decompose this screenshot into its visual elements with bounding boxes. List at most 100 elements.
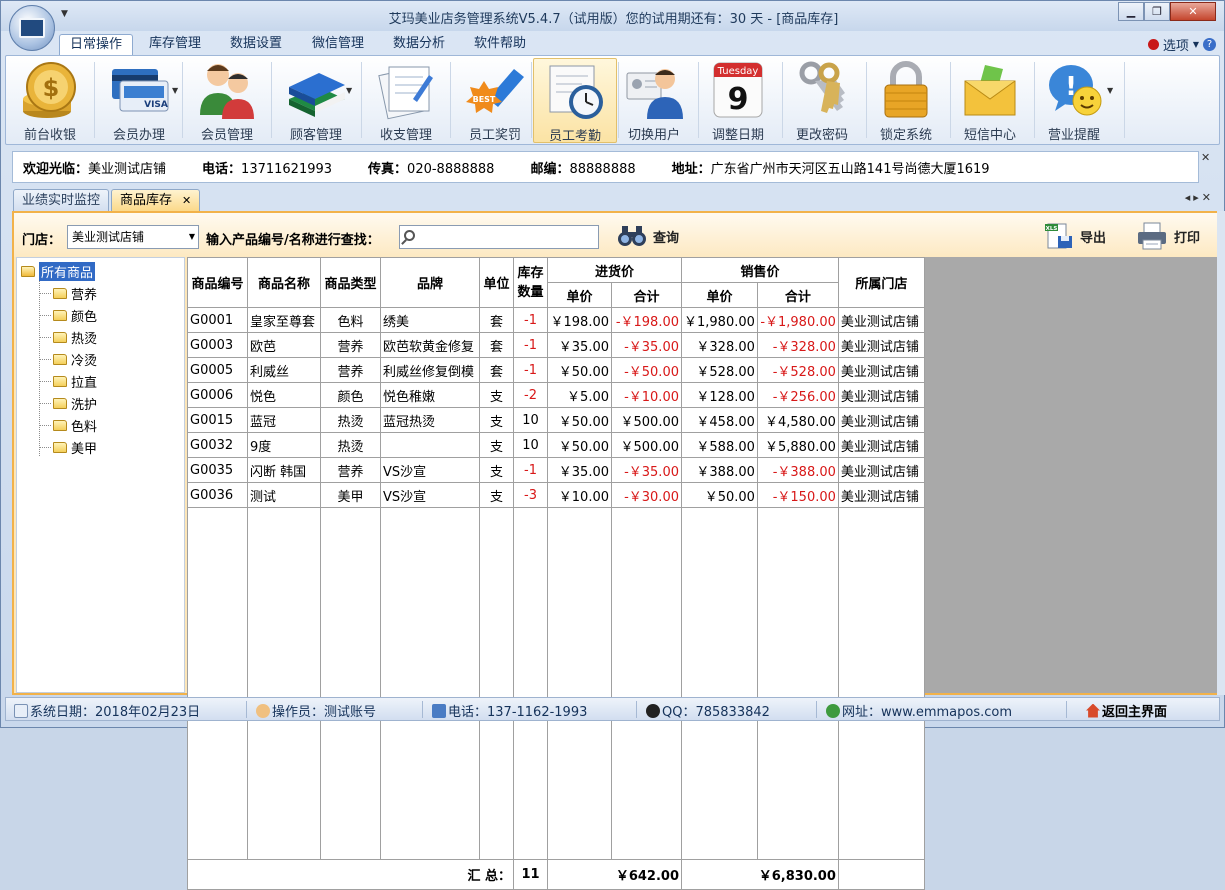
inventory-table: 商品编号 商品名称 商品类型 品牌 单位 库存数量 进货价 销售价 所属门店 单… bbox=[187, 257, 925, 890]
maximize-button[interactable]: ❐ bbox=[1144, 2, 1170, 21]
chevron-down-icon[interactable]: ▼ bbox=[1107, 86, 1113, 95]
inventory-panel: 门店： 美业测试店铺 ▼ 输入产品编号/名称进行查找： 查询 XLS 导出 打印… bbox=[12, 211, 1219, 890]
table-row[interactable]: G0005 利威丝 营养 利威丝修复倒模套 -1 ￥50.00 -￥50.00 ￥528.00… bbox=[187, 357, 925, 383]
col-header-code[interactable]: 商品编号 bbox=[187, 257, 248, 308]
ribbon-button-customer-manage[interactable]: 顾客管理 bbox=[274, 58, 358, 143]
col-header-sale[interactable]: 销售价 bbox=[681, 257, 839, 283]
cell-p-total: -￥35.00 bbox=[611, 457, 682, 483]
return-home-button[interactable]: 返回主界面 bbox=[1086, 701, 1167, 720]
options-menu[interactable]: 选项 ▼ ? bbox=[1147, 35, 1216, 54]
chevron-down-icon[interactable]: ▼ bbox=[172, 86, 178, 95]
tree-node-category[interactable]: 色料 bbox=[53, 415, 97, 435]
ribbon-tab-settings[interactable]: 数据设置 bbox=[220, 34, 292, 55]
table-row[interactable]: G0032 9度 热烫 支 10 ￥50.00 ￥500.00 ￥588.00 ￥5,880.0… bbox=[187, 432, 925, 458]
tree-node-category[interactable]: 拉直 bbox=[53, 371, 97, 391]
col-header-purchase[interactable]: 进货价 bbox=[547, 257, 682, 283]
cell-s-total: -￥1,980.00 bbox=[756, 307, 839, 333]
print-button[interactable]: 打印 bbox=[1136, 221, 1200, 251]
col-header-purchase-unit[interactable]: 单价 bbox=[547, 282, 612, 308]
col-header-unit[interactable]: 单位 bbox=[479, 257, 514, 308]
cell-stock: -1 bbox=[513, 457, 548, 483]
col-header-stock[interactable]: 库存数量 bbox=[513, 257, 548, 308]
col-header-type[interactable]: 商品类型 bbox=[320, 257, 381, 308]
table-row[interactable]: G0015 蓝冠 热烫 蓝冠热烫支 10 ￥50.00 ￥500.00 ￥458.00 ￥4,5… bbox=[187, 407, 925, 433]
cell-store: 美业测试店铺 bbox=[837, 357, 925, 383]
tree-node-label: 色料 bbox=[71, 419, 98, 435]
ribbon-separator bbox=[531, 62, 532, 138]
cell-unit: 支 bbox=[479, 382, 514, 408]
ribbon-button-change-password[interactable]: 更改密码 bbox=[780, 58, 864, 143]
tree-node-category[interactable]: 营养 bbox=[53, 283, 97, 303]
ribbon-tab-analysis[interactable]: 数据分析 bbox=[383, 34, 455, 55]
cell-unit: 支 bbox=[479, 457, 514, 483]
tab-nav-controls[interactable]: ◂▸✕ bbox=[1185, 191, 1214, 204]
tree-node-root[interactable]: 所有商品 bbox=[21, 261, 96, 281]
envelope-icon bbox=[957, 59, 1023, 121]
ribbon-button-switch-user[interactable]: 切换用户 bbox=[612, 58, 696, 143]
ribbon-button-adjust-date[interactable]: Tuesday 9 调整日期 bbox=[696, 58, 780, 143]
tree-node-category[interactable]: 美甲 bbox=[53, 437, 97, 457]
col-header-sale-unit[interactable]: 单价 bbox=[681, 282, 758, 308]
tab-performance-monitor[interactable]: 业绩实时监控 bbox=[13, 189, 110, 211]
zip-value: 88888888 bbox=[569, 161, 636, 177]
cell-unit: 套 bbox=[479, 307, 514, 333]
col-header-brand[interactable]: 品牌 bbox=[380, 257, 480, 308]
close-button[interactable]: ✕ bbox=[1170, 2, 1216, 21]
store-select-value: 美业测试店铺 bbox=[72, 230, 145, 244]
phone-icon bbox=[432, 703, 446, 718]
help-icon[interactable]: ? bbox=[1203, 38, 1216, 51]
cell-brand bbox=[380, 432, 480, 458]
chevron-down-icon[interactable]: ▼ bbox=[346, 86, 352, 95]
search-label: 输入产品编号/名称进行查找： bbox=[206, 233, 380, 248]
phone-label: 电话： bbox=[202, 161, 242, 177]
folder-icon bbox=[53, 419, 67, 431]
col-header-sale-total[interactable]: 合计 bbox=[756, 282, 839, 308]
status-website[interactable]: 网址：www.emmapos.com bbox=[826, 701, 1012, 720]
calendar-day: 9 bbox=[728, 82, 749, 117]
col-header-purchase-total[interactable]: 合计 bbox=[611, 282, 682, 308]
monitor-icon bbox=[19, 18, 45, 38]
ribbon-tab-daily[interactable]: 日常操作 bbox=[59, 34, 134, 55]
ribbon-button-member-manage[interactable]: 会员管理 bbox=[185, 58, 269, 143]
query-button[interactable]: 查询 bbox=[617, 221, 679, 251]
app-menu-button[interactable] bbox=[9, 5, 55, 51]
search-input[interactable] bbox=[399, 225, 599, 249]
tree-node-category[interactable]: 颜色 bbox=[53, 305, 97, 325]
cell-p-price: ￥5.00 bbox=[547, 382, 612, 408]
quick-access-dropdown-icon[interactable]: ▼ bbox=[61, 9, 68, 19]
ribbon-tab-help[interactable]: 软件帮助 bbox=[464, 34, 536, 55]
col-header-name[interactable]: 商品名称 bbox=[247, 257, 321, 308]
ribbon-button-lock-system[interactable]: 锁定系统 bbox=[864, 58, 948, 143]
tree-node-category[interactable]: 热烫 bbox=[53, 327, 97, 347]
export-button[interactable]: XLS 导出 bbox=[1044, 221, 1106, 251]
tree-node-category[interactable]: 洗护 bbox=[53, 393, 97, 413]
vertical-scrollbar[interactable] bbox=[1217, 211, 1225, 695]
cell-code: G0001 bbox=[187, 307, 248, 333]
tab-product-inventory[interactable]: 商品库存 ✕ bbox=[111, 189, 201, 211]
ribbon-separator bbox=[271, 62, 272, 138]
store-select[interactable]: 美业测试店铺 ▼ bbox=[67, 225, 199, 249]
close-icon[interactable]: ✕ bbox=[1201, 151, 1210, 164]
options-icon bbox=[1147, 39, 1159, 50]
ribbon-tab-wechat[interactable]: 微信管理 bbox=[302, 34, 374, 55]
ribbon-button-checkout[interactable]: $ 前台收银 bbox=[8, 58, 92, 143]
close-icon[interactable]: ✕ bbox=[182, 194, 191, 207]
inventory-toolbar: 门店： 美业测试店铺 ▼ 输入产品编号/名称进行查找： 查询 XLS 导出 打印 bbox=[14, 213, 1217, 257]
ribbon-button-staff-reward[interactable]: BEST 员工奖罚 bbox=[453, 58, 537, 143]
cell-brand: 悦色稚嫩 bbox=[380, 382, 480, 408]
folder-icon bbox=[53, 397, 67, 409]
table-row[interactable]: G0035 闪断 韩国 营养 VS沙宣支 -1 ￥35.00 -￥35.00 ￥388.00-… bbox=[187, 457, 925, 483]
ribbon-tab-inventory[interactable]: 库存管理 bbox=[139, 34, 211, 55]
ribbon-button-finance[interactable]: 收支管理 bbox=[364, 58, 448, 143]
ribbon-button-attendance[interactable]: 员工考勤 bbox=[533, 58, 617, 144]
ribbon-button-sms-center[interactable]: 短信中心 bbox=[948, 58, 1032, 143]
minimize-button[interactable]: ▁ bbox=[1118, 2, 1144, 21]
ribbon-button-business-reminder[interactable]: ! 营业提醒 bbox=[1032, 58, 1116, 143]
ribbon-button-member-register[interactable]: VISA 会员办理 bbox=[97, 58, 181, 143]
tree-node-category[interactable]: 冷烫 bbox=[53, 349, 97, 369]
table-row[interactable]: G0003 欧芭 营养 欧芭软黄金修复套 -1 ￥35.00 -￥35.00 ￥328.00-… bbox=[187, 332, 925, 358]
table-row[interactable]: G0001 皇家至尊套 色料 绣美套 -1 ￥198.00 -￥198.00 ￥1,980.0… bbox=[187, 307, 925, 333]
table-row[interactable]: G0006 悦色 颜色 悦色稚嫩支 -2 ￥5.00 -￥10.00 ￥128.00 -￥256… bbox=[187, 382, 925, 408]
table-row[interactable]: G0036 测试 美甲 VS沙宣支 -3 ￥10.00 -￥30.00 ￥50.00 -￥150… bbox=[187, 482, 925, 508]
col-header-store[interactable]: 所属门店 bbox=[837, 257, 925, 308]
